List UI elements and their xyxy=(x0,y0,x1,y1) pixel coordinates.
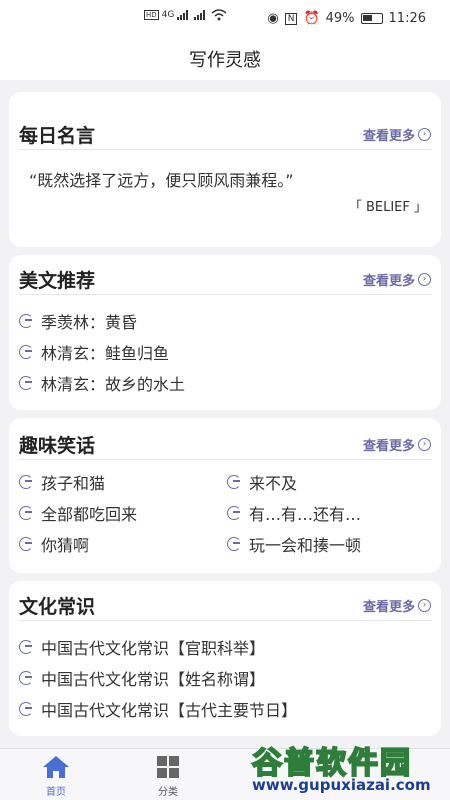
chevron-right-icon: › xyxy=(418,599,431,612)
view-more-link[interactable]: 查看更多 › xyxy=(363,596,431,615)
item-label: 你猜啊 xyxy=(41,535,90,555)
view-more-link[interactable]: 查看更多 › xyxy=(363,435,431,454)
grid-icon xyxy=(157,756,179,778)
essay-card: 美文推荐 查看更多 › 季羡林：黄昏 林清玄：鲑鱼归鱼 林清玄：故乡的水土 xyxy=(9,255,441,410)
item-label: 中国古代文化常识【古代主要节日】 xyxy=(41,700,298,720)
eye-icon: ◉ xyxy=(267,11,279,26)
nfc-icon: N xyxy=(284,12,298,25)
item-label: 玩一会和揍一顿 xyxy=(249,535,362,555)
list-item[interactable]: 林清玄：故乡的水土 xyxy=(19,367,431,398)
home-icon xyxy=(43,756,69,778)
jokes-list: 孩子和猫 来不及 全部都吃回来 有…有…还有… 你猜啊 玩一会和揍一顿 xyxy=(19,466,431,559)
item-label: 林清玄：鲑鱼归鱼 xyxy=(41,343,170,363)
card-header: 每日名言 查看更多 › xyxy=(19,120,431,150)
list-item[interactable]: 来不及 xyxy=(227,466,427,497)
essay-list: 季羡林：黄昏 林清玄：鲑鱼归鱼 林清玄：故乡的水土 xyxy=(19,305,431,398)
item-label: 全部都吃回来 xyxy=(41,504,138,524)
tab-home[interactable]: 首页 xyxy=(16,755,96,798)
item-label: 季羡林：黄昏 xyxy=(41,312,138,332)
card-title: 每日名言 xyxy=(19,125,96,147)
arrow-circle-icon xyxy=(19,375,33,390)
clock: 11:26 xyxy=(388,11,426,26)
culture-card: 文化常识 查看更多 › 中国古代文化常识【官职科举】 中国古代文化常识【姓名称谓… xyxy=(9,581,441,736)
culture-list: 中国古代文化常识【官职科举】 中国古代文化常识【姓名称谓】 中国古代文化常识【古… xyxy=(19,631,431,724)
wifi-icon xyxy=(211,9,227,21)
watermark-logo: 谷普软件园 www.gupuxiazai.com xyxy=(250,738,450,800)
arrow-circle-icon xyxy=(227,536,241,551)
chevron-right-icon: › xyxy=(418,273,431,286)
arrow-circle-icon xyxy=(19,313,33,328)
quote-author: 「 BELIEF 」 xyxy=(348,200,427,215)
list-item[interactable]: 中国古代文化常识【官职科举】 xyxy=(19,631,431,662)
arrow-circle-icon xyxy=(227,505,241,520)
list-item[interactable]: 季羡林：黄昏 xyxy=(19,305,431,336)
view-more-label: 查看更多 xyxy=(362,274,415,289)
arrow-circle-icon xyxy=(19,670,33,685)
view-more-link[interactable]: 查看更多 › xyxy=(363,125,431,144)
watermark-url: www.gupuxiazai.com xyxy=(252,776,431,794)
list-item[interactable]: 全部都吃回来 xyxy=(19,497,227,528)
list-item[interactable]: 中国古代文化常识【姓名称谓】 xyxy=(19,662,431,693)
card-title: 趣味笑话 xyxy=(19,435,96,457)
page-title: 写作灵感 xyxy=(189,50,261,71)
quote-text: “既然选择了远方，便只顾风雨兼程。” xyxy=(29,171,294,190)
status-bar: HD 4G ◉ N ⏰ 49% 11:26 xyxy=(0,0,450,38)
card-title: 美文推荐 xyxy=(19,270,96,292)
arrow-circle-icon xyxy=(19,701,33,716)
list-item[interactable]: 玩一会和揍一顿 xyxy=(227,528,427,559)
daily-quote-card: 每日名言 查看更多 › “既然选择了远方，便只顾风雨兼程。” 「 BELIEF … xyxy=(9,92,441,247)
item-label: 中国古代文化常识【官职科举】 xyxy=(41,638,266,658)
view-more-label: 查看更多 xyxy=(362,600,415,615)
list-item[interactable]: 有…有…还有… xyxy=(227,497,427,528)
chevron-right-icon: › xyxy=(418,128,431,141)
card-header: 趣味笑话 查看更多 › xyxy=(19,430,431,460)
card-header: 文化常识 查看更多 › xyxy=(19,591,431,621)
list-item[interactable]: 你猜啊 xyxy=(19,528,227,559)
card-header: 美文推荐 查看更多 › xyxy=(19,265,431,295)
arrow-circle-icon xyxy=(19,639,33,654)
tab-label: 首页 xyxy=(46,787,66,798)
battery-icon xyxy=(360,13,383,24)
arrow-circle-icon xyxy=(19,344,33,359)
arrow-circle-icon xyxy=(19,474,33,489)
chevron-right-icon: › xyxy=(418,438,431,451)
item-label: 孩子和猫 xyxy=(41,473,106,493)
page-title-bar: 写作灵感 xyxy=(0,38,450,80)
list-item[interactable]: 中国古代文化常识【古代主要节日】 xyxy=(19,693,431,724)
item-label: 来不及 xyxy=(249,473,298,493)
card-title: 文化常识 xyxy=(19,596,96,618)
alarm-icon: ⏰ xyxy=(303,11,320,26)
tab-category[interactable]: 分类 xyxy=(128,755,208,798)
jokes-card: 趣味笑话 查看更多 › 孩子和猫 来不及 全部都吃回来 有…有…还有… 你猜啊 … xyxy=(9,418,441,573)
item-label: 林清玄：故乡的水土 xyxy=(41,374,186,394)
hd-icon: HD xyxy=(144,10,159,20)
list-item[interactable]: 林清玄：鲑鱼归鱼 xyxy=(19,336,431,367)
view-more-link[interactable]: 查看更多 › xyxy=(363,270,431,289)
view-more-label: 查看更多 xyxy=(362,439,415,454)
signal-icon xyxy=(177,10,189,20)
list-item[interactable]: 孩子和猫 xyxy=(19,466,227,497)
tab-label: 分类 xyxy=(158,787,178,798)
signal-indicators: HD 4G xyxy=(144,9,227,21)
item-label: 有…有…还有… xyxy=(249,504,362,524)
arrow-circle-icon xyxy=(227,474,241,489)
view-more-label: 查看更多 xyxy=(362,129,415,144)
battery-percent: 49% xyxy=(325,11,355,26)
item-label: 中国古代文化常识【姓名称谓】 xyxy=(41,669,266,689)
arrow-circle-icon xyxy=(19,536,33,551)
system-indicators: ◉ N ⏰ 49% 11:26 xyxy=(267,11,426,26)
signal-label: 4G xyxy=(161,10,175,20)
signal-icon-2 xyxy=(194,10,206,20)
arrow-circle-icon xyxy=(19,505,33,520)
